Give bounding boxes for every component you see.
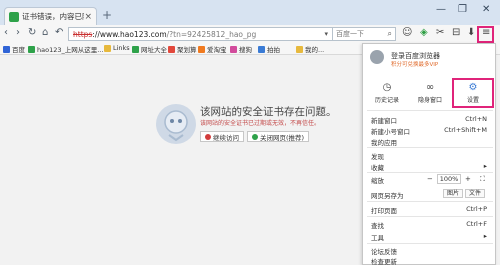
chevron-right-icon: ▸: [483, 162, 487, 170]
menu-item-print[interactable]: 打印页面: [371, 205, 397, 215]
divider: [367, 216, 493, 217]
bookmark-icon: [132, 45, 139, 53]
menu-item-feedback[interactable]: 论坛反馈: [371, 246, 397, 256]
zoom-label: 缩放: [371, 177, 384, 185]
shortcut: Ctrl+F: [466, 220, 487, 228]
divider: [367, 172, 493, 173]
bookmark-icon: [230, 45, 237, 53]
tab-active[interactable]: 证书错误，内容已阻止 ×: [4, 7, 97, 25]
clock-icon: ◷: [382, 82, 392, 93]
new-tab-icon[interactable]: +: [102, 8, 112, 22]
error-title: 该网站的安全证书存在问题。: [200, 106, 337, 118]
bookmark-item[interactable]: 聚划算: [168, 44, 197, 54]
minimize-button[interactable]: —: [436, 4, 446, 15]
undo-icon[interactable]: ↶: [55, 27, 63, 38]
search-placeholder: 百度一下: [336, 30, 364, 38]
bookmark-item[interactable]: Links: [104, 44, 130, 52]
chat-icon[interactable]: ☺: [402, 27, 412, 38]
search-input[interactable]: 百度一下 ⌕: [333, 27, 396, 41]
app-store-icon[interactable]: ◈: [420, 27, 428, 38]
bookmark-item[interactable]: 拍拍: [258, 44, 280, 54]
search-icon[interactable]: ⌕: [388, 29, 395, 39]
save-image-button[interactable]: 图片: [443, 189, 464, 198]
site-icon: [9, 11, 19, 22]
url-path: /?tn=92425812_hao_pg: [166, 29, 257, 39]
shortcut: Ctrl+N: [465, 115, 487, 123]
menu-item-new-window[interactable]: 新建窗口: [371, 115, 397, 125]
check-icon: [252, 133, 258, 140]
folder-icon: [296, 45, 303, 53]
restore-button[interactable]: ❐: [458, 4, 467, 15]
tab-close-icon[interactable]: ×: [84, 12, 92, 22]
bookmark-icon: [28, 45, 35, 53]
bookmark-icon: [168, 45, 175, 53]
bookmark-item[interactable]: 爱淘宝: [198, 44, 227, 54]
zoom-value: 100%: [437, 174, 461, 184]
browser-menu: 登录百度浏览器 积分可兑换最多VIP ◷ 历史记录 ∞ 隐身窗口 ⚙ 设置 新建…: [362, 43, 496, 265]
chevron-down-icon[interactable]: ▾: [324, 30, 332, 38]
menu-item-find[interactable]: 查找: [371, 220, 384, 230]
undo-close-icon[interactable]: ⊟: [452, 27, 460, 38]
download-icon[interactable]: ⬇: [467, 27, 475, 38]
incognito-button[interactable]: ∞ 隐身窗口: [410, 80, 450, 106]
url-host: ://www.hao123.com: [92, 29, 167, 39]
forward-icon[interactable]: ›: [16, 27, 20, 38]
bookmark-item[interactable]: 我的...: [296, 44, 324, 54]
fullscreen-icon[interactable]: ⛶: [480, 175, 485, 184]
close-button[interactable]: ✕: [482, 4, 490, 15]
security-robot-icon: [156, 104, 196, 144]
divider: [367, 243, 493, 244]
folder-icon: [104, 44, 111, 52]
url-scheme: https: [73, 29, 93, 39]
bookmark-item[interactable]: 网址大全: [132, 44, 167, 54]
error-subtitle: 该网站的安全证书已过期或无效，不再信任。: [200, 120, 321, 127]
save-file-button[interactable]: 文件: [465, 189, 486, 198]
address-toolbar: ‹ › ↻ ⌂ ↶ https ://www.hao123.com /?tn=9…: [0, 25, 500, 43]
back-icon[interactable]: ‹: [4, 27, 8, 38]
address-bar[interactable]: https ://www.hao123.com /?tn=92425812_ha…: [68, 27, 333, 41]
login-subtitle: 积分可兑换最多VIP: [391, 62, 439, 68]
refresh-icon[interactable]: ↻: [28, 27, 36, 38]
bookmark-icon: [258, 45, 265, 53]
menu-item-discover[interactable]: 发现: [371, 151, 384, 161]
scissors-icon[interactable]: ✂: [436, 27, 444, 38]
zoom-out-button[interactable]: −: [427, 175, 433, 183]
settings-highlight: [452, 78, 494, 108]
bookmark-icon: [3, 45, 10, 53]
menu-item-new-alt-window[interactable]: 新建小号窗口: [371, 126, 410, 136]
menu-item-my-apps[interactable]: 我的应用: [371, 137, 397, 147]
close-page-button[interactable]: 关闭网页(推荐): [247, 131, 310, 142]
mask-icon: ∞: [425, 82, 435, 93]
warning-icon: [205, 133, 211, 140]
tab-label: 证书错误，内容已阻止: [22, 12, 84, 21]
divider: [367, 110, 493, 111]
bookmark-icon: [198, 45, 205, 53]
home-icon[interactable]: ⌂: [42, 27, 48, 38]
zoom-in-button[interactable]: +: [465, 175, 471, 183]
menu-item-favorites[interactable]: 收藏: [371, 162, 384, 172]
continue-button[interactable]: 继续访问: [200, 131, 244, 142]
bookmark-item[interactable]: hao123_上网从这里...: [28, 44, 103, 54]
tab-bar: 证书错误，内容已阻止 × + — ❐ ✕: [0, 0, 500, 25]
shortcut: Ctrl+P: [466, 205, 487, 213]
divider: [367, 201, 493, 202]
menu-item-save-as[interactable]: 网页另存为: [371, 190, 404, 200]
avatar[interactable]: [370, 50, 384, 64]
menu-item-tools[interactable]: 工具: [371, 232, 384, 242]
menu-item-check-update[interactable]: 检查更新: [371, 256, 397, 265]
chevron-right-icon: ▸: [483, 232, 487, 240]
divider: [367, 147, 493, 148]
menu-button-highlight: [477, 26, 494, 43]
shortcut: Ctrl+Shift+M: [444, 126, 487, 134]
history-button[interactable]: ◷ 历史记录: [367, 80, 407, 106]
bookmark-item[interactable]: 搜狗: [230, 44, 252, 54]
bookmark-item[interactable]: 百度: [3, 44, 25, 54]
